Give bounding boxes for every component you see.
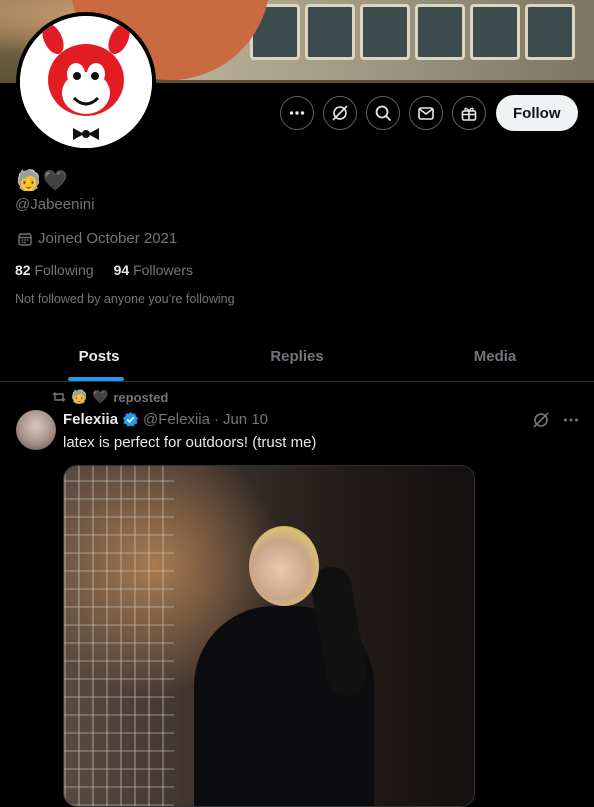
post-more-icon[interactable] bbox=[562, 411, 580, 429]
banner-window bbox=[360, 4, 410, 60]
follow-button[interactable]: Follow bbox=[496, 95, 578, 131]
verified-badge-icon bbox=[122, 411, 139, 427]
message-icon bbox=[418, 107, 434, 120]
tab-replies[interactable]: Replies bbox=[198, 332, 396, 381]
post-author-name[interactable]: Felexiia bbox=[63, 411, 118, 428]
followers-link[interactable]: 94 Followers bbox=[114, 262, 193, 278]
repost-label: reposted bbox=[113, 389, 169, 405]
repost-emoji: 🧓 bbox=[71, 389, 88, 404]
following-count: 82 bbox=[15, 262, 31, 278]
repost-icon bbox=[52, 392, 66, 402]
post-separator: · bbox=[213, 411, 219, 428]
tab-label: Replies bbox=[270, 348, 324, 365]
post-date[interactable]: Jun 10 bbox=[223, 411, 268, 428]
post-media-image[interactable] bbox=[63, 465, 475, 807]
calendar-icon bbox=[18, 232, 32, 246]
post-author-avatar[interactable] bbox=[16, 410, 56, 450]
follow-stats: 82 Following 94 Followers bbox=[15, 262, 193, 278]
profile-handle: @Jabeenini bbox=[15, 196, 95, 213]
following-link[interactable]: 82 Following bbox=[15, 262, 94, 278]
active-tab-indicator bbox=[68, 377, 124, 381]
tab-label: Media bbox=[473, 348, 517, 365]
banner-window bbox=[305, 4, 355, 60]
message-button[interactable] bbox=[409, 96, 443, 130]
tab-media[interactable]: Media bbox=[396, 332, 594, 381]
not-followed-notice: Not followed by anyone you’re following bbox=[15, 292, 235, 306]
profile-tabs: Posts Replies Media bbox=[0, 332, 594, 382]
joined-date: Joined October 2021 bbox=[17, 230, 177, 247]
display-name-emoji: 🧓 bbox=[16, 170, 41, 192]
gift-icon bbox=[461, 107, 477, 121]
repost-emoji: 🖤 bbox=[92, 389, 109, 404]
subscribe-button[interactable] bbox=[452, 96, 486, 130]
tab-label: Posts bbox=[78, 348, 120, 365]
joined-text: Joined October 2021 bbox=[38, 230, 178, 247]
following-label: Following bbox=[34, 262, 94, 278]
search-icon bbox=[375, 105, 391, 121]
profile-avatar[interactable] bbox=[16, 12, 156, 152]
media-head bbox=[249, 526, 319, 606]
jollibee-avatar-icon bbox=[20, 16, 152, 148]
post-tools bbox=[532, 411, 580, 429]
post-header: Felexiia @Felexiia · Jun 10 bbox=[63, 411, 268, 428]
grok-button[interactable] bbox=[323, 96, 357, 130]
post-author-handle[interactable]: @Felexiia bbox=[143, 411, 210, 428]
banner-window bbox=[415, 4, 465, 60]
search-button[interactable] bbox=[366, 96, 400, 130]
banner-window bbox=[470, 4, 520, 60]
post-text: latex is perfect for outdoors! (trust me… bbox=[63, 434, 317, 451]
grok-icon bbox=[332, 105, 348, 121]
banner-window bbox=[525, 4, 575, 60]
profile-actions: Follow bbox=[280, 95, 578, 131]
grok-icon[interactable] bbox=[532, 411, 550, 429]
followers-count: 94 bbox=[113, 262, 130, 278]
followers-label: Followers bbox=[133, 262, 193, 278]
profile-display-name: 🧓 🖤 bbox=[16, 168, 68, 193]
tab-posts[interactable]: Posts bbox=[0, 332, 198, 381]
media-fence bbox=[64, 466, 174, 806]
more-icon bbox=[289, 111, 305, 115]
display-name-emoji: 🖤 bbox=[42, 170, 68, 192]
more-button[interactable] bbox=[280, 96, 314, 130]
repost-indicator: 🧓 🖤 reposted bbox=[52, 389, 168, 405]
